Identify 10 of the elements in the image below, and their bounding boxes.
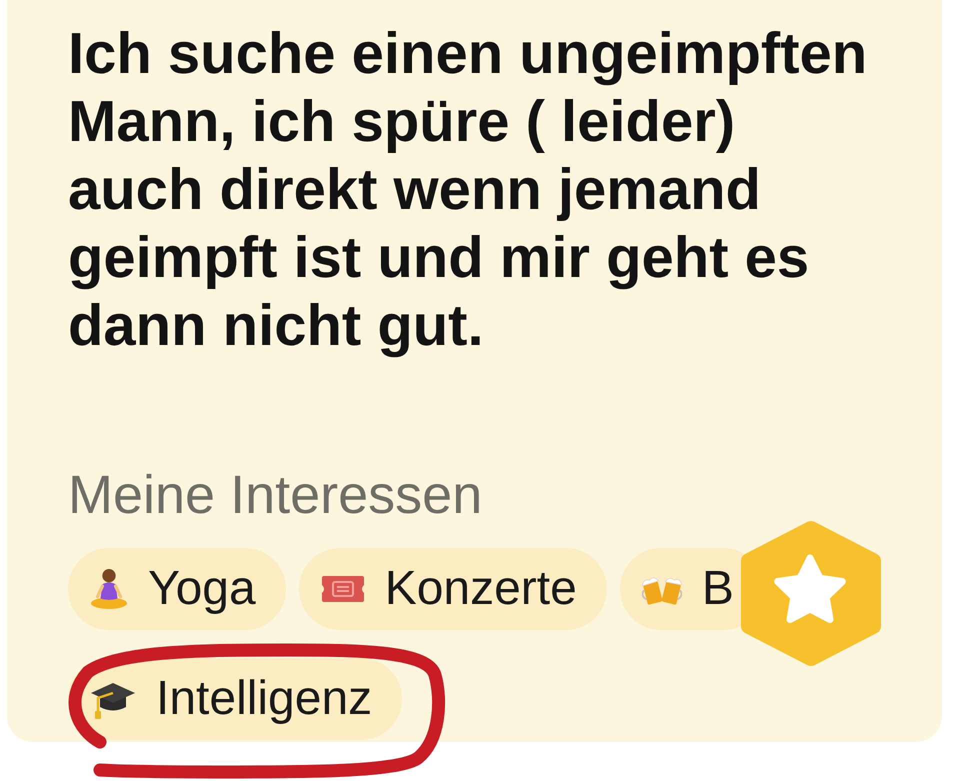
interest-label: Yoga [148,561,256,617]
star-button[interactable] [740,520,882,667]
interest-label: B [702,561,734,617]
interest-label: Konzerte [384,561,577,617]
star-icon [774,554,846,623]
bio-text: Ich suche einen ungeimpften Mann, ich spüre ( leider) auch direkt wenn jemand geimpft ist und mir geht es dann nicht gut. [68,20,868,360]
interest-label: Intelligenz [156,671,372,727]
ticket-icon [320,574,365,604]
meditating-figure-icon [90,568,128,610]
interests-heading: Meine Interessen [68,464,484,527]
